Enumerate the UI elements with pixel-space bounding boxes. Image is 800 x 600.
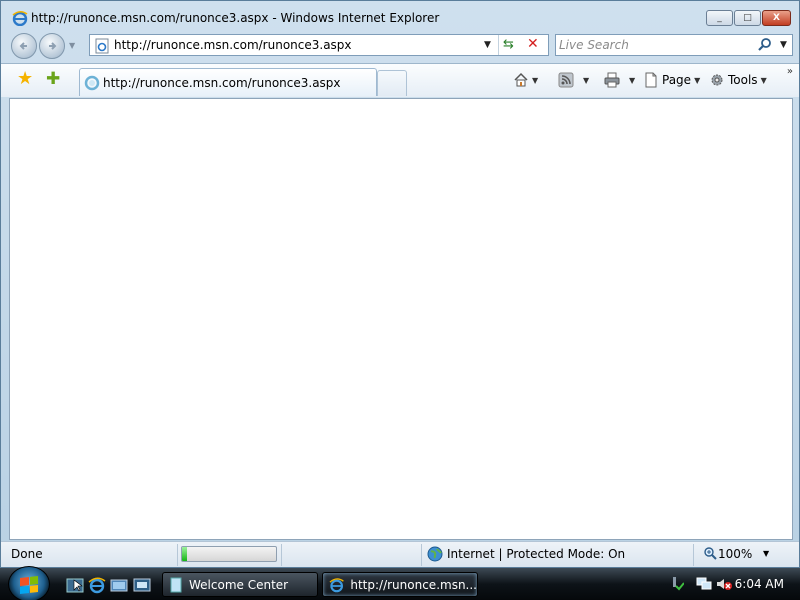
page-icon [645, 72, 657, 88]
volume-muted-icon[interactable] [716, 576, 732, 592]
print-button[interactable]: ▼ [604, 72, 635, 88]
gear-icon [711, 74, 723, 86]
taskbar-clock[interactable]: 6:04 AM [735, 577, 784, 591]
tools-menu-label: Tools [728, 73, 758, 87]
switch-windows-icon[interactable] [110, 576, 128, 594]
welcome-center-icon [170, 577, 182, 592]
minimize-button[interactable]: _ [706, 10, 733, 26]
recent-pages-dropdown-icon[interactable]: ▼ [69, 41, 75, 50]
status-separator [177, 544, 178, 566]
status-bar: Done Internet | Protected Mode: On 100% … [1, 541, 799, 567]
close-button[interactable]: X [762, 10, 791, 26]
address-dropdown-icon[interactable]: ▼ [484, 40, 491, 50]
feeds-dropdown-icon[interactable]: ▼ [583, 76, 589, 85]
network-icon[interactable] [696, 576, 712, 592]
search-options-dropdown-icon[interactable]: ▼ [780, 40, 787, 50]
windows-flag-icon [20, 576, 38, 594]
minimize-icon: _ [717, 13, 722, 23]
page-menu-dropdown-icon: ▼ [694, 75, 701, 85]
taskbar: Welcome Center http://runonce.msn... 6:0… [0, 566, 800, 600]
status-separator [421, 544, 422, 566]
task-label: Welcome Center [189, 577, 289, 592]
refresh-icon[interactable]: ⇆ [503, 38, 519, 52]
show-desktop-icon[interactable] [66, 576, 84, 594]
media-center-icon[interactable] [133, 576, 151, 594]
zoom-icon[interactable] [703, 546, 717, 560]
back-arrow-icon [19, 42, 27, 50]
stop-icon[interactable]: ✕ [527, 36, 543, 52]
tab-runonce[interactable]: http://runonce.msn.com/runonce3.aspx [79, 68, 377, 96]
task-label: http://runonce.msn... [350, 577, 477, 592]
forward-button[interactable] [39, 33, 65, 59]
window-controls: _ □ X [706, 10, 791, 26]
progress-fill [182, 547, 187, 561]
taskbar-button-internet-explorer[interactable]: http://runonce.msn... [322, 572, 478, 597]
print-dropdown-icon[interactable]: ▼ [629, 76, 635, 85]
status-separator [693, 544, 694, 566]
ie-logo-icon [12, 11, 28, 26]
home-button[interactable]: ▼ [513, 72, 538, 88]
address-bar: ▼ ⇆ ✕ [89, 34, 549, 56]
zoom-dropdown-icon[interactable]: ▼ [763, 549, 769, 558]
security-zone-text[interactable]: Internet | Protected Mode: On [447, 547, 625, 561]
home-dropdown-icon[interactable]: ▼ [532, 76, 538, 85]
forward-arrow-icon [49, 42, 57, 50]
printer-icon [604, 72, 620, 88]
search-input[interactable] [559, 35, 749, 55]
maximize-button[interactable]: □ [734, 10, 761, 26]
page-icon [95, 38, 109, 54]
feeds-icon [558, 72, 574, 88]
window-title: http://runonce.msn.com/runonce3.aspx - W… [31, 11, 440, 25]
home-icon [514, 72, 528, 87]
tab-bar: ★ ✚ http://runonce.msn.com/runonce3.aspx… [1, 63, 799, 97]
start-button[interactable] [8, 566, 50, 600]
close-icon: X [773, 13, 780, 23]
page-menu-button[interactable]: Page ▼ [643, 72, 700, 88]
back-button[interactable] [11, 33, 37, 59]
address-separator [498, 35, 499, 55]
tools-menu-button[interactable]: Tools ▼ [709, 72, 767, 88]
status-text: Done [11, 547, 43, 561]
feeds-button[interactable]: ▼ [558, 72, 589, 88]
page-content-area[interactable] [9, 98, 793, 540]
ie-quicklaunch-icon[interactable] [88, 576, 106, 594]
search-box: ▼ [555, 34, 793, 56]
system-tray: 6:04 AM [660, 568, 800, 600]
zoom-level[interactable]: 100% [718, 547, 752, 561]
taskbar-button-welcome-center[interactable]: Welcome Center [162, 572, 318, 597]
tab-label: http://runonce.msn.com/runonce3.aspx [103, 76, 341, 90]
ie-logo-icon [329, 577, 344, 592]
address-input[interactable] [114, 35, 484, 55]
ie-window: http://runonce.msn.com/runonce3.aspx - W… [0, 0, 800, 568]
add-to-favorites-icon[interactable]: ✚ [46, 70, 64, 88]
title-bar[interactable]: http://runonce.msn.com/runonce3.aspx - W… [1, 1, 799, 33]
search-icon[interactable] [757, 37, 773, 53]
windows-security-icon[interactable] [668, 576, 684, 592]
progress-bar [181, 546, 277, 562]
new-tab-button[interactable] [377, 70, 407, 96]
maximize-icon: □ [743, 13, 752, 23]
internet-globe-icon [427, 546, 443, 562]
navigation-bar: ▼ ▼ ⇆ ✕ ▼ [1, 31, 799, 61]
tools-menu-dropdown-icon: ▼ [760, 75, 767, 85]
chevron-more-icon[interactable]: » [787, 66, 793, 77]
loading-icon [84, 75, 100, 91]
favorites-center-icon[interactable]: ★ [17, 70, 35, 88]
page-menu-label: Page [662, 73, 692, 87]
status-separator [281, 544, 282, 566]
